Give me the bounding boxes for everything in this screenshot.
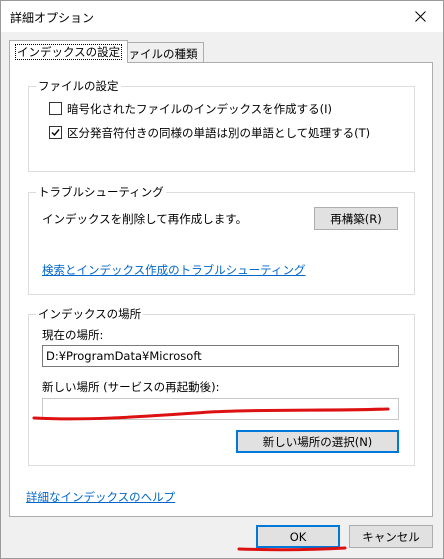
new-location-label: 新しい場所 (サービスの再起動後):	[42, 380, 220, 394]
ok-button[interactable]: OK	[256, 525, 340, 548]
troubleshooting-group: トラブルシューティング インデックスを削除して再作成します。 再構築(R) 検索…	[28, 185, 415, 295]
rebuild-description: インデックスを削除して再作成します。	[42, 212, 248, 226]
tab-index-settings-label: インデックスの設定	[15, 44, 123, 60]
current-location-value: D:¥ProgramData¥Microsoft	[46, 349, 202, 363]
file-settings-group-label: ファイルの設定	[36, 79, 121, 93]
diacritics-label[interactable]: 区分発音符付きの同様の単語は別の単語として処理する(T)	[67, 125, 370, 141]
rebuild-button-label: 再構築(R)	[330, 211, 382, 226]
current-location-field: D:¥ProgramData¥Microsoft	[42, 345, 399, 367]
index-location-group: インデックスの場所 現在の場所: D:¥ProgramData¥Microsof…	[28, 307, 415, 466]
file-settings-group: ファイルの設定 暗号化されたファイルのインデックスを作成する(I) 区分発音符付…	[28, 79, 415, 172]
cancel-button-label: キャンセル	[362, 529, 420, 544]
current-location-label: 現在の場所:	[42, 328, 104, 342]
diacritics-checkbox[interactable]	[49, 126, 62, 139]
close-button[interactable]	[397, 1, 443, 32]
checkmark-icon	[51, 129, 60, 137]
select-new-location-button[interactable]: 新しい場所の選択(N)	[236, 430, 399, 453]
select-new-location-button-label: 新しい場所の選択(N)	[262, 434, 373, 449]
troubleshooting-group-label: トラブルシューティング	[36, 185, 166, 199]
troubleshooting-link[interactable]: 検索とインデックス作成のトラブルシューティング	[42, 262, 305, 278]
window-title: 詳細オプション	[10, 11, 95, 25]
encrypted-files-checkbox[interactable]	[49, 102, 62, 115]
close-icon	[414, 11, 426, 22]
rebuild-button[interactable]: 再構築(R)	[314, 207, 398, 230]
title-bar: 詳細オプション	[1, 1, 443, 32]
tab-file-types-label: ファイルの種類	[117, 47, 198, 61]
tab-index-settings[interactable]: インデックスの設定	[9, 40, 129, 63]
index-help-link[interactable]: 詳細なインデックスのヘルプ	[26, 489, 175, 505]
tab-panel-index-settings: ファイルの設定 暗号化されたファイルのインデックスを作成する(I) 区分発音符付…	[9, 62, 433, 517]
new-location-field	[42, 398, 399, 420]
encrypted-files-label[interactable]: 暗号化されたファイルのインデックスを作成する(I)	[67, 101, 332, 117]
cancel-button[interactable]: キャンセル	[349, 525, 433, 548]
index-location-group-label: インデックスの場所	[36, 307, 144, 321]
ok-button-label: OK	[289, 529, 307, 544]
advanced-options-dialog: 詳細オプション ファイルの種類 インデックスの設定 ファイルの設定 暗号化された…	[0, 0, 444, 559]
